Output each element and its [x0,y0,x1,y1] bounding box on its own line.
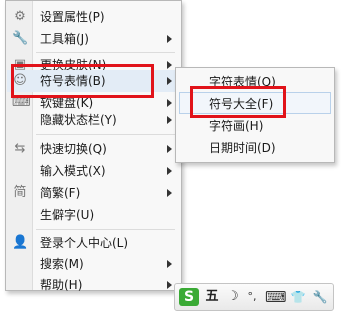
wrench-icon: 🔧 [12,31,29,46]
user-icon: 👤 [12,235,29,250]
menu-item-simplified-traditional[interactable]: 简 简繁(F) [7,182,180,204]
switch-arrows-icon: ⇆ [14,141,26,156]
submenu-item-symbol-collection[interactable]: 符号大全(F) [179,92,331,114]
gear-icon: ⚙ [14,9,26,24]
submenu-arrow-icon [167,99,172,107]
menu-item-settings[interactable]: ⚙ 设置属性(P) [7,6,180,28]
submenu-arrow-icon [167,167,172,175]
submenu-arrow-icon [167,145,172,153]
wrench-icon[interactable]: 🔧 [311,288,329,306]
moon-icon[interactable]: ☽ [225,288,241,306]
punctuation-icon[interactable]: °, [243,288,261,306]
submenu-arrow-icon [167,189,172,197]
submenu-arrow-icon [167,281,172,289]
menu-separator [36,229,175,230]
smiley-icon: ☺ [13,73,27,88]
keyboard-icon[interactable]: ⌨ [265,288,287,306]
symbols-submenu: 字符表情(Q) 符号大全(F) 字符画(H) 日期时间(D) [175,67,335,163]
submenu-item-date-time[interactable]: 日期时间(D) [179,137,331,159]
ime-context-menu: ⚙ 设置属性(P) 🔧 工具箱(J) ▣ 更换皮肤(N) ☺ 符号表情(B) ⌨… [5,0,182,292]
menu-separator [36,52,175,53]
submenu-arrow-icon [167,61,172,69]
submenu-item-char-emoticons[interactable]: 字符表情(Q) [179,71,331,93]
menu-item-hide-status-bar[interactable]: 隐藏状态栏(Y) [7,109,180,131]
menu-item-login[interactable]: 👤 登录个人中心(L) [7,232,180,254]
menu-item-help[interactable]: 帮助(H) [7,274,180,296]
sogou-logo-icon[interactable]: S [179,288,199,306]
menu-item-input-mode[interactable]: 输入模式(X) [7,160,180,182]
submenu-arrow-icon [167,116,172,124]
ime-status-bar: S 五 ☽ °, ⌨ 👕 🔧 [174,283,334,311]
menu-item-search[interactable]: 搜索(M) [7,253,180,275]
submenu-arrow-icon [167,260,172,268]
screen: ⚙ 设置属性(P) 🔧 工具箱(J) ▣ 更换皮肤(N) ☺ 符号表情(B) ⌨… [0,0,341,316]
submenu-item-char-art[interactable]: 字符画(H) [179,115,331,137]
submenu-arrow-icon [167,77,172,85]
menu-item-toolbox[interactable]: 🔧 工具箱(J) [7,28,180,50]
menu-separator [36,134,175,135]
menu-item-rare-characters[interactable]: 生僻字(U) [7,204,180,226]
skin-icon[interactable]: 👕 [289,288,307,306]
input-mode-button[interactable]: 五 [203,288,221,306]
menu-item-symbols-emoticons[interactable]: ☺ 符号表情(B) [7,70,180,92]
submenu-arrow-icon [167,35,172,43]
simplified-traditional-icon: 简 [13,185,27,200]
menu-item-quick-switch[interactable]: ⇆ 快速切换(Q) [7,138,180,160]
